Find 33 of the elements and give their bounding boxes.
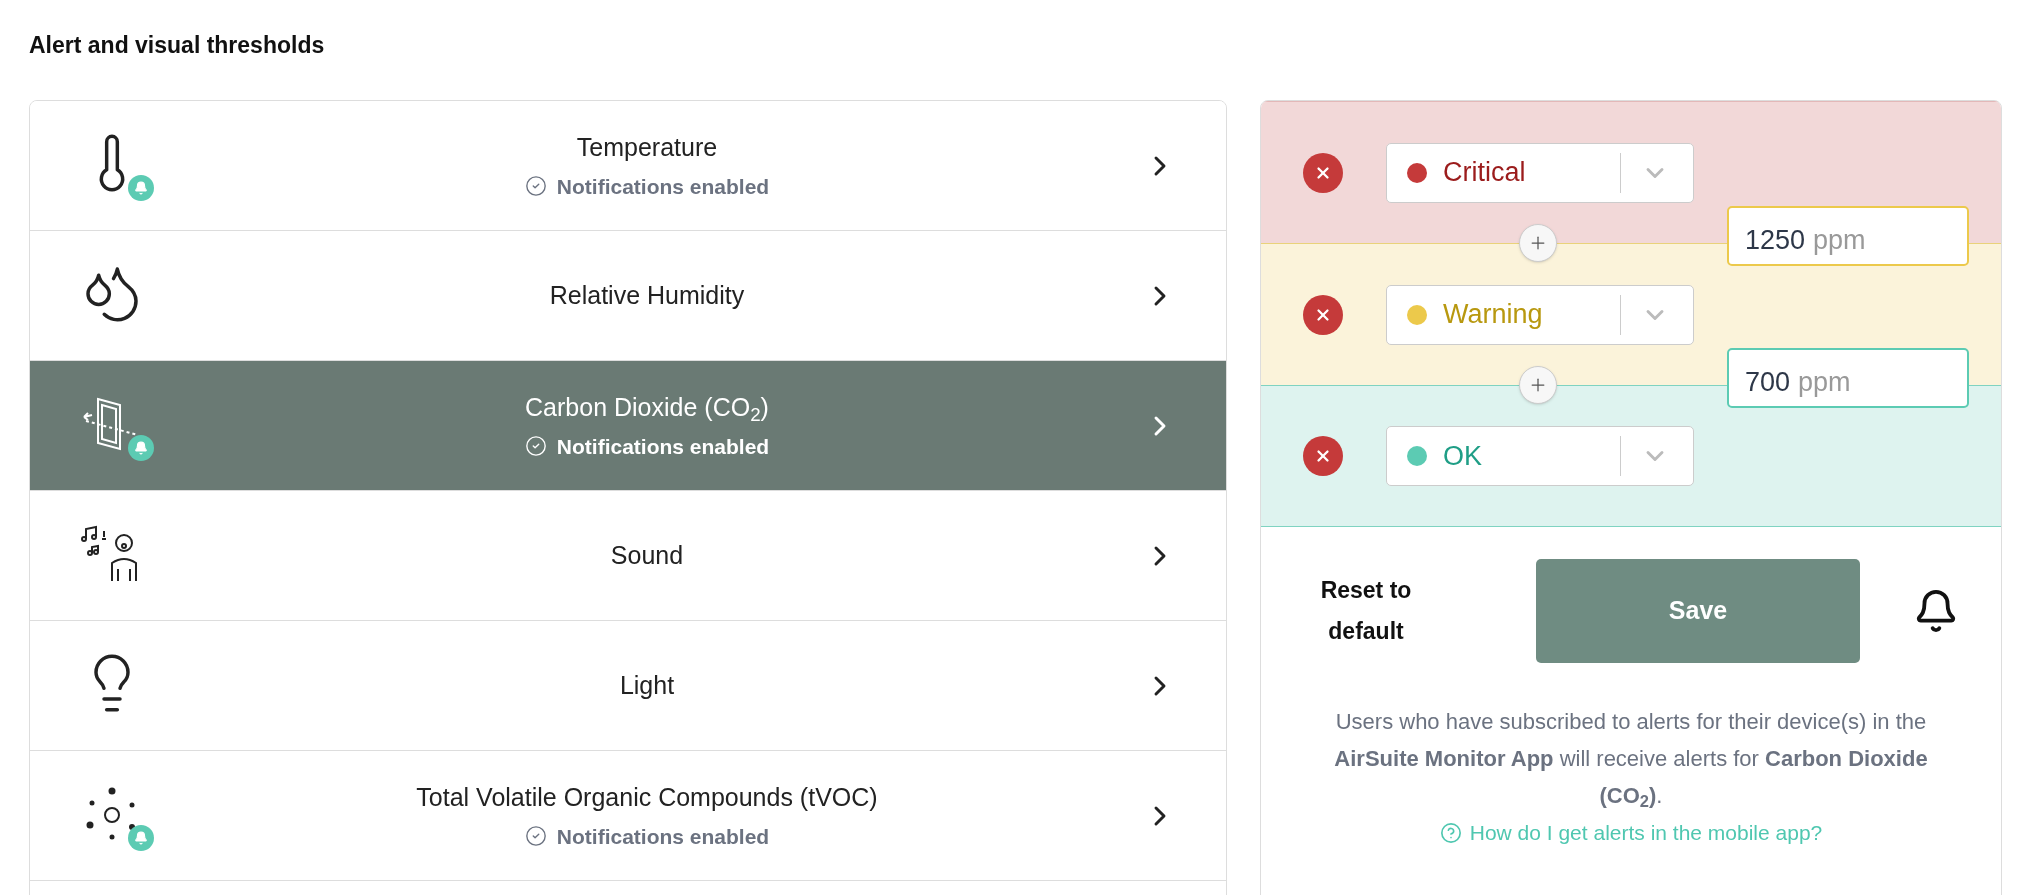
sensor-name: Relative Humidity bbox=[549, 279, 745, 311]
reset-to-default-button[interactable]: Reset to default bbox=[1301, 570, 1431, 652]
alerts-info-text: Users who have subscribed to alerts for their device(s) in the AirSuite Monitor App will receive alerts for Carbon Dioxide (CO$_{2}$). bbox=[1333, 708, 1929, 813]
sensor-row[interactable]: Temperature Notifications enabled bbox=[30, 101, 1226, 231]
level-label: Critical bbox=[1443, 156, 1527, 190]
sensor-name: Total Volatile Organic Compounds (tVOC) bbox=[416, 782, 878, 813]
notification-status: Notifications enabled bbox=[556, 173, 770, 200]
sensor-name: Light bbox=[619, 669, 675, 701]
level-label: Warning bbox=[1443, 298, 1544, 332]
sensor-name: Temperature bbox=[576, 132, 718, 163]
check-circle-icon bbox=[524, 435, 547, 458]
threshold-value: 700 bbox=[1745, 366, 1791, 399]
level-select[interactable]: Critical bbox=[1386, 142, 1694, 203]
remove-level-button[interactable] bbox=[1303, 152, 1343, 193]
help-icon bbox=[1439, 821, 1462, 844]
section-heading: Alert and visual thresholds bbox=[29, 31, 326, 60]
sensor-name: Carbon Dioxide (CO$_{2}$) bbox=[525, 392, 769, 427]
remove-level-button[interactable] bbox=[1303, 294, 1343, 335]
threshold-input[interactable]: 1250 ppm bbox=[1727, 206, 1969, 266]
check-circle-icon bbox=[524, 825, 547, 848]
threshold-value: 1250 bbox=[1745, 224, 1806, 257]
sensor-name: Sound bbox=[610, 539, 684, 571]
remove-level-button[interactable] bbox=[1303, 436, 1343, 476]
threshold-unit: ppm bbox=[1798, 366, 1851, 399]
threshold-unit: ppm bbox=[1813, 224, 1866, 257]
sensor-row[interactable]: Carbon Dioxide (CO$_{2}$) Notifications enabled bbox=[30, 361, 1226, 491]
level-label: OK bbox=[1443, 439, 1483, 473]
save-button[interactable]: Save bbox=[1536, 559, 1860, 663]
close-icon bbox=[1314, 447, 1332, 465]
notification-status: Notifications enabled bbox=[556, 433, 770, 460]
check-circle-icon bbox=[524, 175, 547, 198]
threshold-input[interactable]: 700 ppm bbox=[1727, 348, 1969, 408]
notification-status: Notifications enabled bbox=[556, 823, 770, 850]
